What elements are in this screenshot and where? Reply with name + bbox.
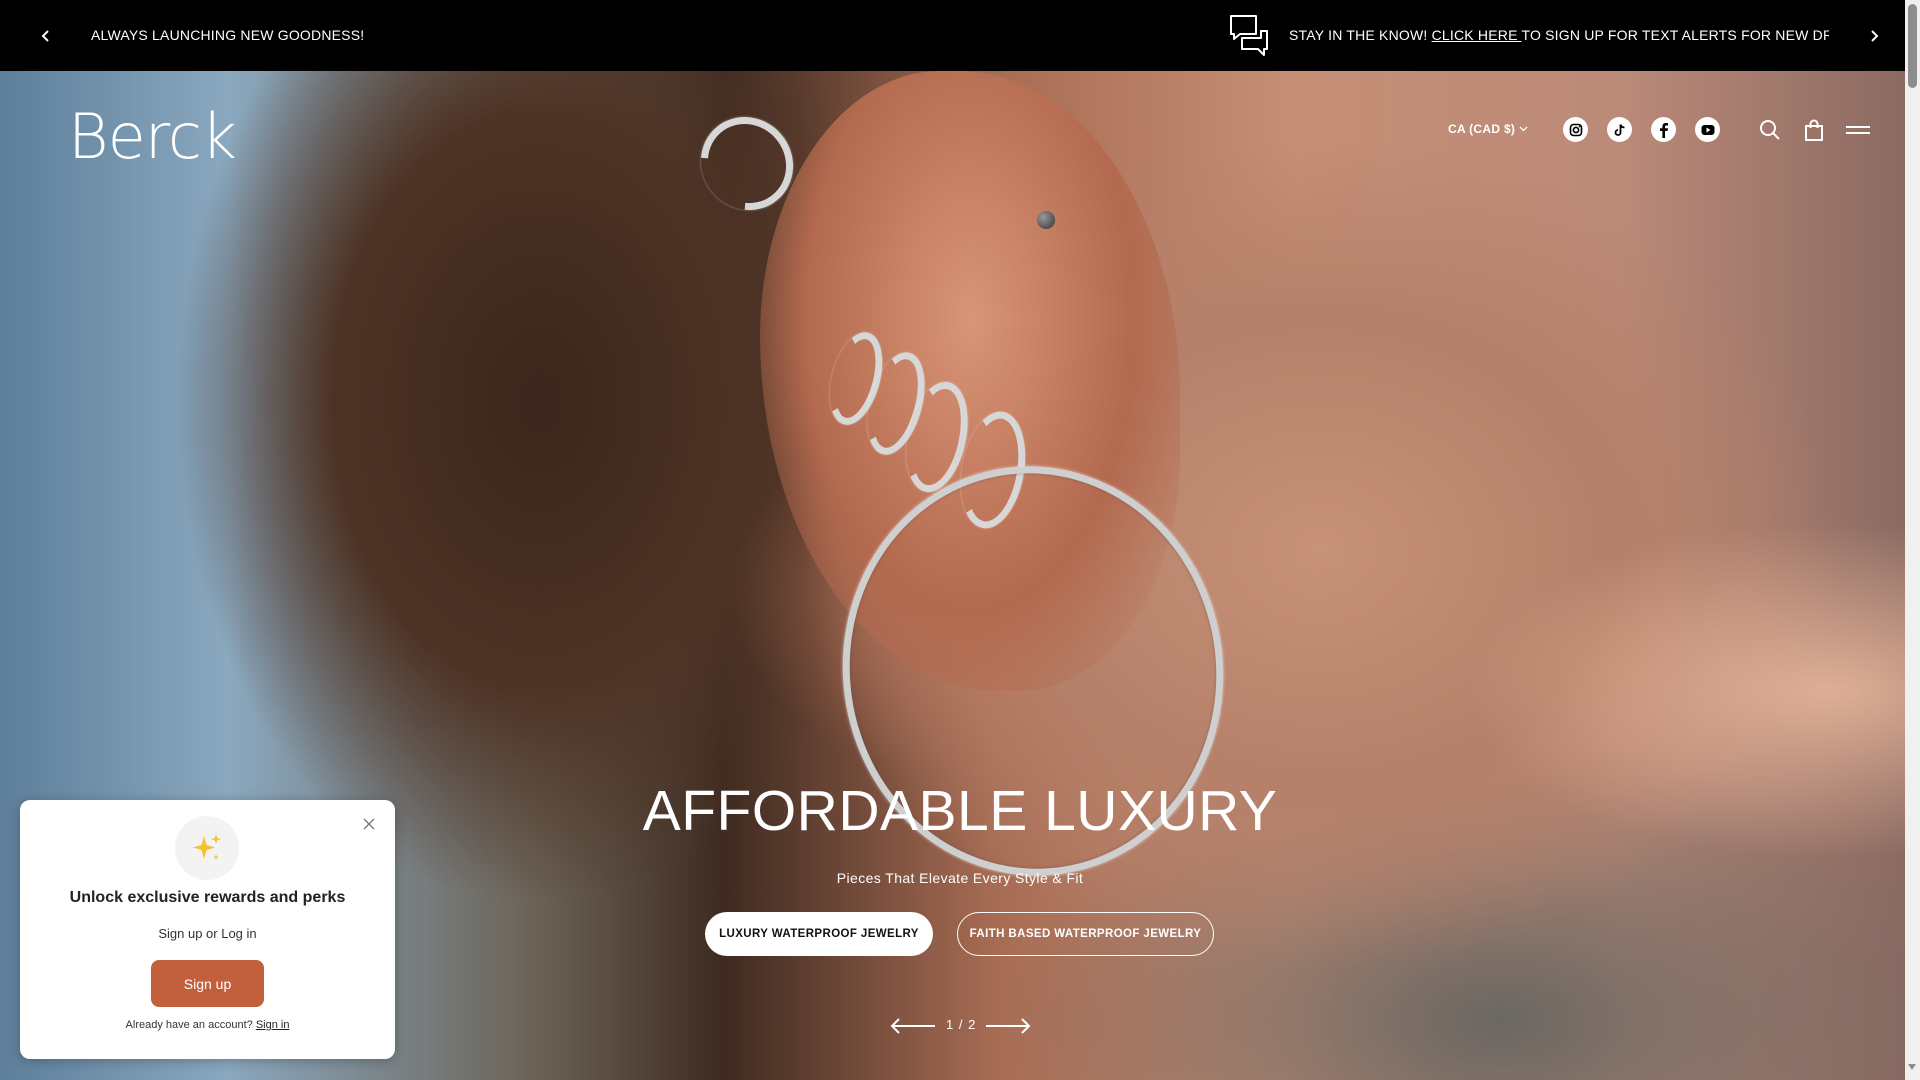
sparkles-icon bbox=[175, 816, 239, 880]
signin-link[interactable]: Sign in bbox=[256, 1019, 290, 1031]
rewards-popup: Unlock exclusive rewards and perks Sign … bbox=[20, 800, 395, 1059]
page-scrollbar[interactable] bbox=[1905, 0, 1920, 1080]
sms-suffix: TO SIGN UP FOR TEXT ALERTS FOR NEW DROPS… bbox=[1521, 27, 1829, 43]
popup-close-button[interactable] bbox=[360, 815, 378, 833]
announcement-bar: ALWAYS LAUNCHING NEW GOODNESS! STAY IN T… bbox=[0, 0, 1905, 71]
chevron-down-icon bbox=[1519, 126, 1528, 132]
sms-prefix: STAY IN THE KNOW! bbox=[1289, 27, 1432, 43]
search-icon bbox=[1760, 120, 1780, 140]
sms-signup-link[interactable]: CLICK HERE bbox=[1432, 27, 1522, 43]
scroll-down-arrow[interactable] bbox=[1908, 1064, 1916, 1070]
tiktok-link[interactable] bbox=[1607, 117, 1632, 142]
youtube-icon bbox=[1701, 124, 1714, 135]
announcement-prev-button[interactable] bbox=[32, 22, 60, 50]
facebook-link[interactable] bbox=[1651, 117, 1676, 142]
tiktok-icon bbox=[1614, 123, 1625, 136]
menu-icon bbox=[1846, 126, 1870, 134]
scrollbar-thumb[interactable] bbox=[1908, 4, 1917, 88]
slide-next-button[interactable] bbox=[985, 1017, 1031, 1040]
instagram-link[interactable] bbox=[1563, 117, 1588, 142]
popup-title: Unlock exclusive rewards and perks bbox=[69, 889, 346, 906]
youtube-link[interactable] bbox=[1695, 117, 1720, 142]
currency-selector[interactable]: CA (CAD $) bbox=[1448, 122, 1528, 136]
arrow-left-icon bbox=[890, 1018, 935, 1034]
instagram-icon bbox=[1569, 123, 1582, 136]
site-logo[interactable]: Berck bbox=[68, 100, 237, 173]
slide-counter: 1 / 2 bbox=[946, 1017, 977, 1032]
signin-prompt: Already have an account? Sign in bbox=[20, 1019, 395, 1031]
search-button[interactable] bbox=[1757, 117, 1783, 143]
chat-bubbles-icon bbox=[1228, 13, 1270, 57]
facebook-icon bbox=[1659, 122, 1668, 138]
menu-button[interactable] bbox=[1845, 117, 1871, 143]
close-icon bbox=[363, 818, 375, 830]
currency-label: CA (CAD $) bbox=[1448, 122, 1516, 136]
luxury-waterproof-button[interactable]: LUXURY WATERPROOF JEWELRY bbox=[705, 912, 933, 956]
cart-icon bbox=[1805, 119, 1823, 141]
cart-button[interactable] bbox=[1801, 117, 1827, 143]
hero-photo-stud bbox=[1037, 211, 1055, 229]
slide-pager: 1 / 2 bbox=[890, 1015, 1031, 1040]
chevron-left-icon bbox=[41, 30, 49, 42]
slide-prev-button[interactable] bbox=[890, 1017, 936, 1040]
chevron-right-icon bbox=[1871, 30, 1879, 42]
faith-based-waterproof-button[interactable]: FAITH BASED WATERPROOF JEWELRY bbox=[957, 912, 1214, 956]
arrow-right-icon bbox=[986, 1018, 1031, 1034]
sms-signup-message: STAY IN THE KNOW! CLICK HERE TO SIGN UP … bbox=[1289, 27, 1829, 43]
announcement-message: ALWAYS LAUNCHING NEW GOODNESS! bbox=[91, 27, 365, 43]
already-text: Already have an account? bbox=[125, 1019, 256, 1031]
popup-subtitle: Sign up or Log in bbox=[158, 926, 257, 941]
signup-button[interactable]: Sign up bbox=[151, 960, 264, 1007]
announcement-next-button[interactable] bbox=[1860, 22, 1888, 50]
